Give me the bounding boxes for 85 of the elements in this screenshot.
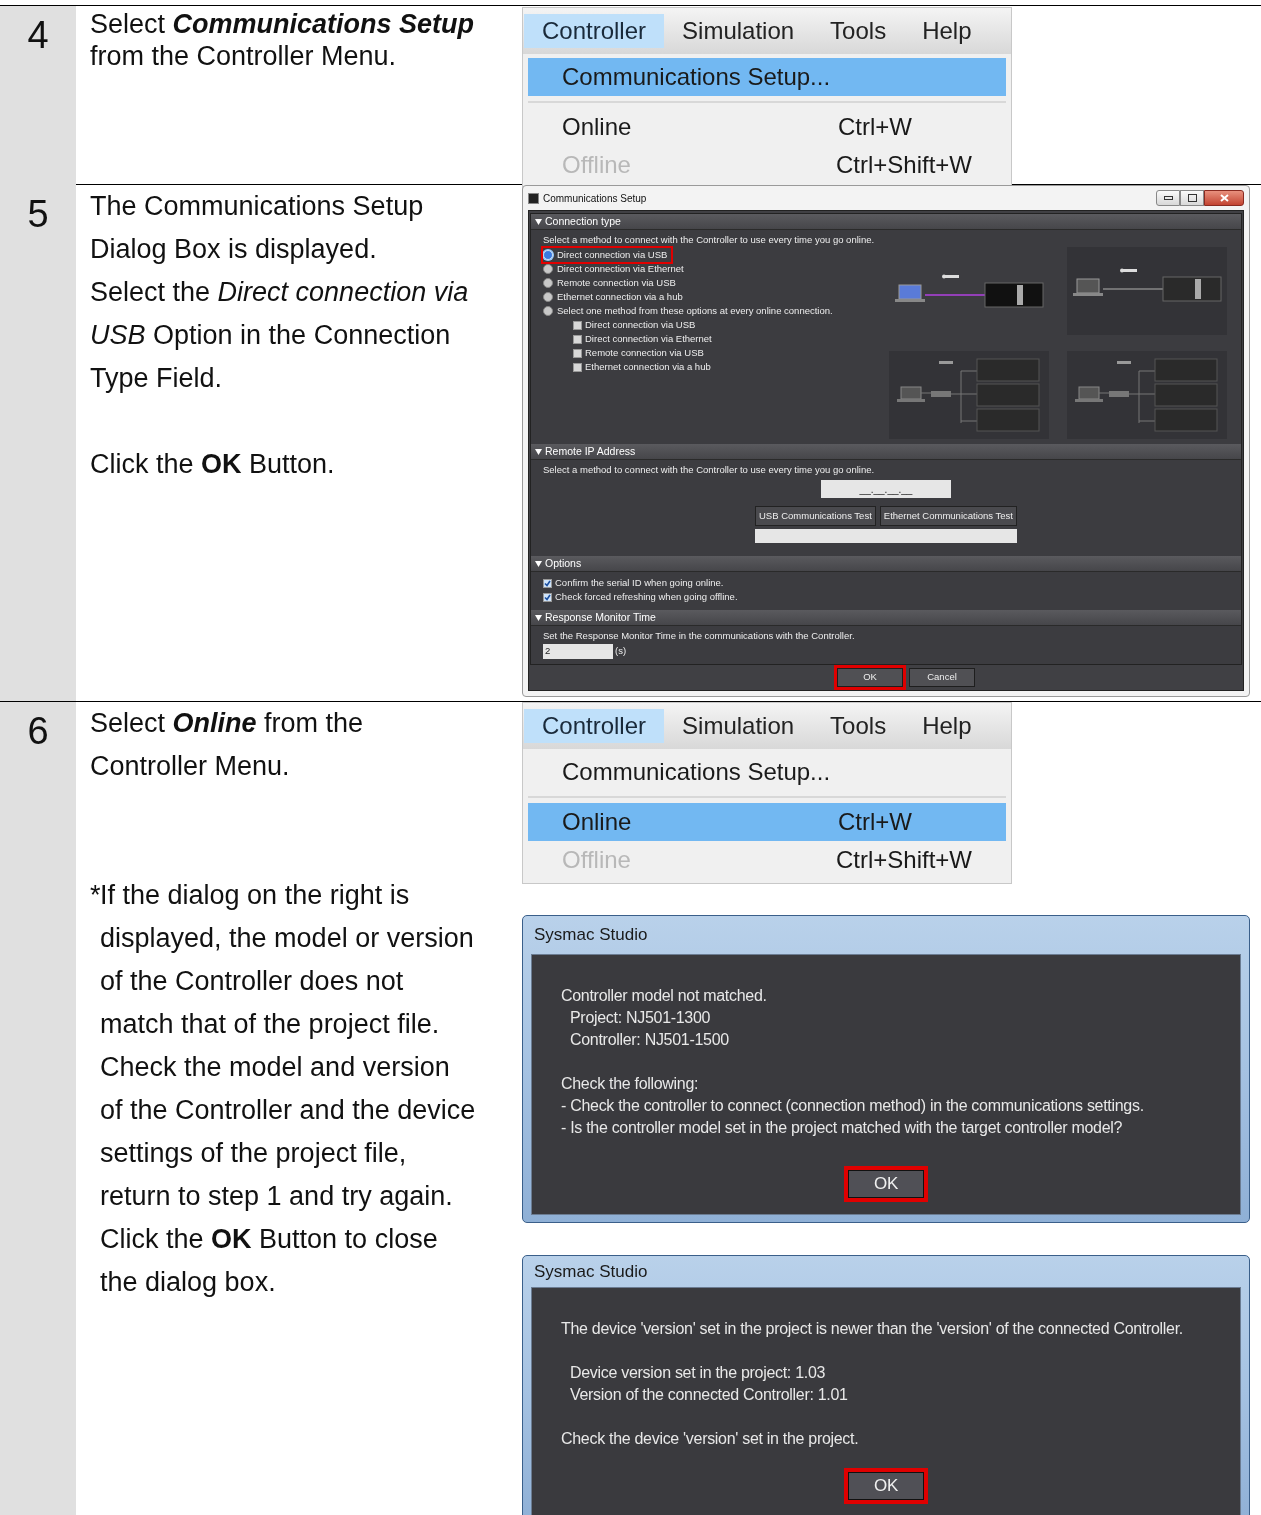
shortcut-text: Ctrl+Shift+W: [835, 150, 972, 180]
message-text: Check the following:: [561, 1074, 699, 1094]
instruction-text: The Communications Setup Dialog Box is displayed.: [90, 190, 425, 266]
radio-option[interactable]: Direct connection via USB: [543, 247, 672, 263]
shortcut-text: Ctrl+Shift+W: [835, 845, 972, 875]
step-number: 5: [27, 195, 49, 233]
maximize-icon: [1187, 194, 1197, 202]
message-text: Check the device 'version' set in the project.: [561, 1429, 859, 1449]
message-text: Controller: NJ501-1500: [570, 1030, 729, 1050]
checkbox[interactable]: [573, 362, 582, 372]
menu-item[interactable]: Online Ctrl+W: [528, 803, 1006, 841]
message-text: The device 'version' set in the project is newer than the 'version' of the connected Controller.: [561, 1319, 1183, 1339]
note-text: If the dialog on the right is displayed, the model or version of the Controller does not match that of the project file. Check the model and version of the Controller and the device settings of the project file, return to step 1 and try again. Click the OK Button to close the dialog box.: [100, 879, 477, 1299]
test-button[interactable]: USB Communications Test: [755, 506, 876, 526]
checkbox-label: Ethernet connection via a hub: [585, 359, 711, 374]
radio-option[interactable]: Direct connection via Ethernet: [543, 261, 688, 277]
menu-item[interactable]: Online Ctrl+W: [528, 108, 1006, 146]
ip-address-field[interactable]: __.__.__.__: [821, 480, 951, 498]
footnote-mark: *: [90, 879, 100, 912]
menu-tab[interactable]: Simulation: [664, 14, 813, 48]
instruction-text: Select the Direct connection via USB Option in the Connection Type Field.: [90, 276, 470, 395]
collapse-triangle-icon[interactable]: [535, 614, 542, 621]
menu-tab[interactable]: Help: [904, 709, 990, 743]
menu-item[interactable]: Communications Setup...: [528, 58, 1006, 96]
window-title: Sysmac Studio: [533, 924, 649, 947]
dialog-button[interactable]: Cancel: [909, 668, 975, 687]
menu-item[interactable]: Communications Setup...: [528, 753, 1006, 791]
radio-button[interactable]: [543, 292, 553, 302]
minimize-button[interactable]: [1156, 190, 1180, 206]
radio-option[interactable]: Select one method from these options at every online connection.: [543, 303, 837, 319]
step-number: 6: [27, 712, 49, 750]
prompt-text: Set the Response Monitor Time in the communications with the Controller.: [543, 629, 856, 643]
unit-label: (s): [615, 644, 627, 659]
minimize-icon: [1163, 196, 1173, 200]
message-text: - Is the controller model set in the project matched with the target controller model?: [561, 1118, 1123, 1138]
collapse-triangle-icon[interactable]: [535, 448, 542, 455]
dialog-button[interactable]: OK: [837, 668, 903, 687]
checkbox-label: Direct connection via USB: [585, 317, 696, 332]
message-text: Version of the connected Controller: 1.01: [570, 1385, 848, 1405]
message-text: Controller model not matched.: [561, 986, 767, 1006]
radio-button[interactable]: [543, 264, 553, 274]
time-field[interactable]: 2: [543, 644, 613, 659]
section-header: Connection type: [545, 213, 621, 229]
menu-tab[interactable]: Controller: [524, 709, 665, 743]
menu-tab[interactable]: Tools: [812, 14, 905, 48]
instruction-text: Click the OK Button.: [90, 448, 336, 481]
collapse-triangle-icon[interactable]: [535, 218, 542, 225]
app-icon: [528, 192, 539, 204]
menu-tab[interactable]: Help: [904, 14, 990, 48]
step-number: 4: [27, 16, 49, 54]
close-button[interactable]: [1204, 190, 1244, 206]
menu-tab[interactable]: Tools: [812, 709, 905, 743]
message-text: Project: NJ501-1300: [570, 1008, 711, 1028]
checkbox[interactable]: [573, 348, 582, 358]
collapse-triangle-icon[interactable]: [535, 560, 542, 567]
instruction-text: Select Communications Setup from the Controller Menu.: [90, 8, 476, 72]
shortcut-text: Ctrl+W: [838, 112, 912, 142]
menu-tab[interactable]: Controller: [524, 14, 665, 48]
message-text: Device version set in the project: 1.03: [570, 1363, 826, 1383]
radio-button[interactable]: [543, 306, 553, 316]
checkbox-label: Direct connection via Ethernet: [585, 331, 712, 346]
prompt-text: Select a method to connect with the Controller to use every time you go online.: [543, 233, 876, 247]
close-icon: [1219, 194, 1229, 202]
instruction-text: Select Online from the Controller Menu.: [90, 707, 365, 783]
checkbox-label: Confirm the serial ID when going online.: [555, 575, 724, 590]
test-button[interactable]: Ethernet Communications Test: [879, 506, 1017, 526]
window-title: Communications Setup: [543, 191, 647, 206]
menu-tab[interactable]: Simulation: [664, 709, 813, 743]
checkbox[interactable]: [543, 592, 552, 602]
checkbox[interactable]: [573, 334, 582, 344]
section-header: Options: [545, 555, 582, 571]
shortcut-text: Ctrl+W: [838, 807, 912, 837]
checkbox-label: Check forced refreshing when going offline.: [555, 589, 738, 604]
radio-button[interactable]: [543, 278, 553, 288]
prompt-text: Select a method to connect with the Controller to use every time you go online.: [543, 463, 875, 477]
radio-option[interactable]: Remote connection via USB: [543, 275, 680, 291]
maximize-button[interactable]: [1180, 190, 1204, 206]
section-header: Response Monitor Time: [545, 609, 656, 625]
checkbox[interactable]: [573, 320, 582, 330]
window-title: Sysmac Studio: [533, 1260, 649, 1283]
message-text: - Check the controller to connect (connection method) in the communications settings.: [561, 1096, 1144, 1116]
radio-option[interactable]: Ethernet connection via a hub: [543, 289, 687, 305]
checkbox-label: Remote connection via USB: [585, 345, 704, 360]
checkbox[interactable]: [543, 578, 552, 588]
section-header: Remote IP Address: [545, 443, 636, 459]
